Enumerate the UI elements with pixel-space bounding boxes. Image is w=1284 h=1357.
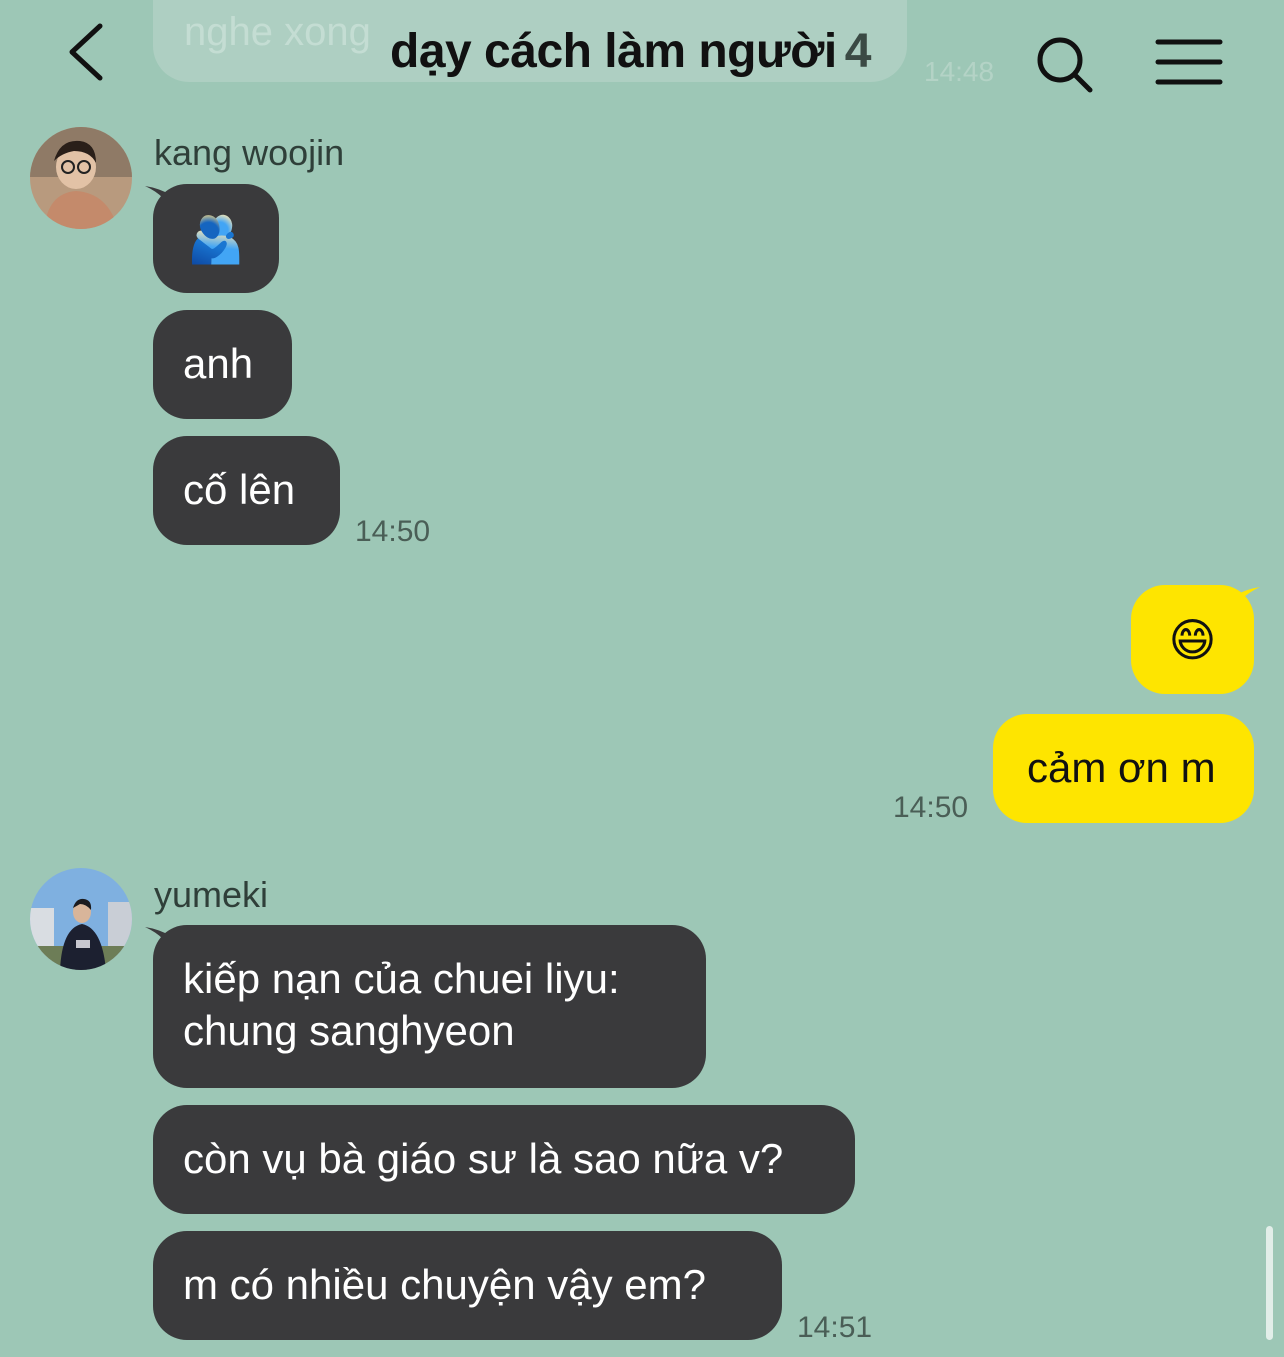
message-text: cố lên	[183, 466, 296, 513]
message-text: 😄	[1168, 612, 1217, 667]
my-message-bubble[interactable]: cảm ơn m	[993, 714, 1254, 823]
message-bubble[interactable]: anh	[153, 310, 292, 419]
message-text: cảm ơn m	[1027, 744, 1216, 791]
chat-title-text: dạy cách làm người	[390, 25, 837, 78]
message-bubble[interactable]: 🫂	[153, 184, 279, 293]
chat-title: dạy cách làm người 4	[390, 24, 871, 79]
sender-name: kang woojin	[154, 132, 345, 173]
message-text: m có nhiều chuyện vậy em?	[183, 1261, 706, 1308]
message-text: kiếp nạn của chuei liyu:	[183, 955, 620, 1002]
previous-message-text: nghe xong	[184, 10, 371, 54]
search-button[interactable]	[1030, 30, 1100, 100]
search-icon	[1037, 37, 1093, 93]
message-bubble[interactable]: kiếp nạn của chuei liyu: chung sanghyeon	[153, 925, 706, 1088]
chevron-left-icon	[69, 23, 103, 81]
back-button[interactable]	[60, 18, 120, 88]
message-text: chung sanghyeon	[183, 1007, 515, 1054]
menu-button[interactable]	[1150, 32, 1230, 92]
sender-name: yumeki	[154, 874, 269, 915]
member-count: 4	[844, 25, 872, 78]
previous-message-time: 14:48	[924, 56, 995, 87]
my-message-bubble[interactable]: 😄	[1131, 585, 1254, 694]
avatar-photo	[30, 127, 132, 229]
avatar-photo	[30, 868, 132, 970]
message-bubble[interactable]: m có nhiều chuyện vậy em?	[153, 1231, 782, 1340]
message-text: 🫂	[187, 211, 245, 266]
hamburger-menu-icon	[1155, 39, 1223, 85]
message-text: còn vụ bà giáo sư là sao nữa v?	[183, 1135, 784, 1182]
avatar-yumeki[interactable]	[30, 868, 132, 970]
message-time: 14:50	[355, 515, 431, 548]
avatar-kang-woojin[interactable]	[30, 127, 132, 229]
scrollbar[interactable]	[1266, 1226, 1273, 1340]
message-bubble[interactable]: cố lên	[153, 436, 340, 545]
message-bubble[interactable]: còn vụ bà giáo sư là sao nữa v?	[153, 1105, 855, 1214]
message-text: anh	[183, 340, 254, 387]
message-time: 14:51	[797, 1311, 873, 1344]
message-time: 14:50	[893, 791, 969, 824]
